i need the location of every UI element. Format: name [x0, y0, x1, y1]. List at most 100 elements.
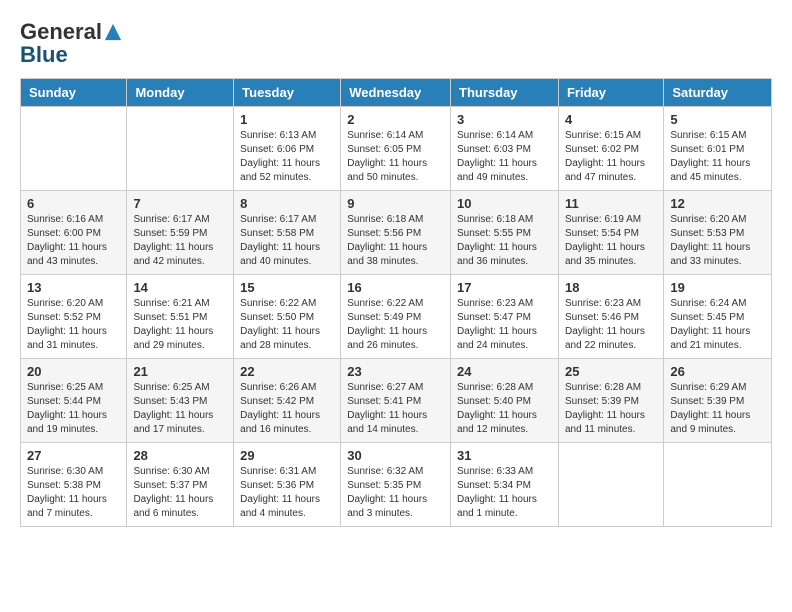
- day-info: Sunrise: 6:20 AMSunset: 5:52 PMDaylight:…: [27, 297, 120, 353]
- day-info: Sunrise: 6:18 AMSunset: 5:55 PMDaylight:…: [457, 213, 552, 269]
- day-info: Sunrise: 6:15 AMSunset: 6:01 PMDaylight:…: [670, 129, 765, 185]
- day-info: Sunrise: 6:13 AMSunset: 6:06 PMDaylight:…: [240, 129, 334, 185]
- calendar-day-cell: 11Sunrise: 6:19 AMSunset: 5:54 PMDayligh…: [558, 191, 663, 275]
- day-info: Sunrise: 6:23 AMSunset: 5:47 PMDaylight:…: [457, 297, 552, 353]
- calendar-day-cell: 12Sunrise: 6:20 AMSunset: 5:53 PMDayligh…: [664, 191, 772, 275]
- day-info: Sunrise: 6:28 AMSunset: 5:39 PMDaylight:…: [565, 381, 657, 437]
- day-info: Sunrise: 6:23 AMSunset: 5:46 PMDaylight:…: [565, 297, 657, 353]
- calendar-day-cell: 29 Sunrise: 6:31 AMSunset: 5:36 PMDayligh…: [234, 443, 341, 527]
- day-number: 21: [133, 364, 227, 379]
- day-info: Sunrise: 6:22 AMSunset: 5:49 PMDaylight:…: [347, 297, 444, 353]
- calendar-day-cell: 14 Sunrise: 6:21 AMSunset: 5:51 PMDayligh…: [127, 275, 234, 359]
- day-info: Sunrise: 6:25 AMSunset: 5:43 PMDaylight:…: [133, 381, 227, 437]
- day-number: 17: [457, 280, 552, 295]
- calendar-day-cell: 18 Sunrise: 6:23 AMSunset: 5:46 PMDayligh…: [558, 275, 663, 359]
- calendar-week-row: 13 Sunrise: 6:20 AMSunset: 5:52 PMDayligh…: [21, 275, 772, 359]
- calendar-day-cell: 19 Sunrise: 6:24 AMSunset: 5:45 PMDayligh…: [664, 275, 772, 359]
- calendar-day-cell: 16 Sunrise: 6:22 AMSunset: 5:49 PMDayligh…: [341, 275, 451, 359]
- day-number: 25: [565, 364, 657, 379]
- calendar-day-cell: 24 Sunrise: 6:28 AMSunset: 5:40 PMDayligh…: [451, 359, 559, 443]
- day-info: Sunrise: 6:14 AMSunset: 6:05 PMDaylight:…: [347, 129, 444, 185]
- calendar-day-cell: 26Sunrise: 6:29 AMSunset: 5:39 PMDayligh…: [664, 359, 772, 443]
- calendar-day-header: Monday: [127, 79, 234, 107]
- day-number: 4: [565, 112, 657, 127]
- day-number: 6: [27, 196, 120, 211]
- calendar-day-cell: 13 Sunrise: 6:20 AMSunset: 5:52 PMDayligh…: [21, 275, 127, 359]
- calendar-day-cell: 5 Sunrise: 6:15 AMSunset: 6:01 PMDaylight…: [664, 107, 772, 191]
- day-number: 23: [347, 364, 444, 379]
- day-number: 10: [457, 196, 552, 211]
- day-number: 16: [347, 280, 444, 295]
- day-number: 15: [240, 280, 334, 295]
- day-number: 3: [457, 112, 552, 127]
- day-number: 30: [347, 448, 444, 463]
- calendar-day-cell: 23 Sunrise: 6:27 AMSunset: 5:41 PMDayligh…: [341, 359, 451, 443]
- day-info: Sunrise: 6:17 AMSunset: 5:59 PMDaylight:…: [133, 213, 227, 269]
- calendar-day-cell: [558, 443, 663, 527]
- calendar-day-cell: 25 Sunrise: 6:28 AMSunset: 5:39 PMDayligh…: [558, 359, 663, 443]
- calendar-day-cell: [664, 443, 772, 527]
- day-number: 27: [27, 448, 120, 463]
- day-info: Sunrise: 6:30 AMSunset: 5:38 PMDaylight:…: [27, 465, 120, 521]
- day-info: Sunrise: 6:14 AMSunset: 6:03 PMDaylight:…: [457, 129, 552, 185]
- calendar-day-cell: 7Sunrise: 6:17 AMSunset: 5:59 PMDaylight…: [127, 191, 234, 275]
- calendar-day-cell: 8Sunrise: 6:17 AMSunset: 5:58 PMDaylight…: [234, 191, 341, 275]
- calendar-day-cell: 6 Sunrise: 6:16 AMSunset: 6:00 PMDaylight…: [21, 191, 127, 275]
- day-number: 24: [457, 364, 552, 379]
- day-number: 19: [670, 280, 765, 295]
- calendar-day-cell: 17 Sunrise: 6:23 AMSunset: 5:47 PMDayligh…: [451, 275, 559, 359]
- day-info: Sunrise: 6:32 AMSunset: 5:35 PMDaylight:…: [347, 465, 444, 521]
- calendar-day-cell: 2 Sunrise: 6:14 AMSunset: 6:05 PMDaylight…: [341, 107, 451, 191]
- day-info: Sunrise: 6:24 AMSunset: 5:45 PMDaylight:…: [670, 297, 765, 353]
- logo-general-word: General: [20, 20, 102, 44]
- day-number: 2: [347, 112, 444, 127]
- logo-blue-word: Blue: [20, 42, 68, 68]
- day-info: Sunrise: 6:21 AMSunset: 5:51 PMDaylight:…: [133, 297, 227, 353]
- calendar-day-cell: 28 Sunrise: 6:30 AMSunset: 5:37 PMDayligh…: [127, 443, 234, 527]
- day-number: 12: [670, 196, 765, 211]
- day-info: Sunrise: 6:28 AMSunset: 5:40 PMDaylight:…: [457, 381, 552, 437]
- day-number: 13: [27, 280, 120, 295]
- calendar-day-cell: [127, 107, 234, 191]
- day-info: Sunrise: 6:26 AMSunset: 5:42 PMDaylight:…: [240, 381, 334, 437]
- page-header: General Blue: [20, 20, 772, 68]
- day-info: Sunrise: 6:16 AMSunset: 6:00 PMDaylight:…: [27, 213, 120, 269]
- calendar-week-row: 27 Sunrise: 6:30 AMSunset: 5:38 PMDayligh…: [21, 443, 772, 527]
- calendar-day-cell: 27 Sunrise: 6:30 AMSunset: 5:38 PMDayligh…: [21, 443, 127, 527]
- logo-triangle: [104, 23, 122, 41]
- day-number: 5: [670, 112, 765, 127]
- day-info: Sunrise: 6:25 AMSunset: 5:44 PMDaylight:…: [27, 381, 120, 437]
- calendar-table: SundayMondayTuesdayWednesdayThursdayFrid…: [20, 78, 772, 527]
- calendar-day-header: Thursday: [451, 79, 559, 107]
- calendar-day-cell: 31 Sunrise: 6:33 AMSunset: 5:34 PMDayligh…: [451, 443, 559, 527]
- calendar-header-row: SundayMondayTuesdayWednesdayThursdayFrid…: [21, 79, 772, 107]
- day-number: 14: [133, 280, 227, 295]
- day-number: 28: [133, 448, 227, 463]
- calendar-day-header: Friday: [558, 79, 663, 107]
- calendar-day-cell: 20 Sunrise: 6:25 AMSunset: 5:44 PMDayligh…: [21, 359, 127, 443]
- day-number: 11: [565, 196, 657, 211]
- day-number: 31: [457, 448, 552, 463]
- calendar-day-cell: 21 Sunrise: 6:25 AMSunset: 5:43 PMDayligh…: [127, 359, 234, 443]
- day-info: Sunrise: 6:27 AMSunset: 5:41 PMDaylight:…: [347, 381, 444, 437]
- calendar-day-cell: 4 Sunrise: 6:15 AMSunset: 6:02 PMDaylight…: [558, 107, 663, 191]
- calendar-day-header: Sunday: [21, 79, 127, 107]
- day-info: Sunrise: 6:22 AMSunset: 5:50 PMDaylight:…: [240, 297, 334, 353]
- calendar-day-cell: 15 Sunrise: 6:22 AMSunset: 5:50 PMDayligh…: [234, 275, 341, 359]
- day-info: Sunrise: 6:31 AMSunset: 5:36 PMDaylight:…: [240, 465, 334, 521]
- day-number: 1: [240, 112, 334, 127]
- day-info: Sunrise: 6:29 AMSunset: 5:39 PMDaylight:…: [670, 381, 765, 437]
- calendar-day-cell: 3 Sunrise: 6:14 AMSunset: 6:03 PMDaylight…: [451, 107, 559, 191]
- calendar-week-row: 20 Sunrise: 6:25 AMSunset: 5:44 PMDayligh…: [21, 359, 772, 443]
- day-info: Sunrise: 6:17 AMSunset: 5:58 PMDaylight:…: [240, 213, 334, 269]
- day-info: Sunrise: 6:15 AMSunset: 6:02 PMDaylight:…: [565, 129, 657, 185]
- day-info: Sunrise: 6:33 AMSunset: 5:34 PMDaylight:…: [457, 465, 552, 521]
- day-number: 20: [27, 364, 120, 379]
- calendar-day-cell: 1 Sunrise: 6:13 AMSunset: 6:06 PMDaylight…: [234, 107, 341, 191]
- day-info: Sunrise: 6:18 AMSunset: 5:56 PMDaylight:…: [347, 213, 444, 269]
- day-number: 18: [565, 280, 657, 295]
- logo: General Blue: [20, 20, 122, 68]
- day-number: 29: [240, 448, 334, 463]
- day-number: 22: [240, 364, 334, 379]
- day-info: Sunrise: 6:30 AMSunset: 5:37 PMDaylight:…: [133, 465, 227, 521]
